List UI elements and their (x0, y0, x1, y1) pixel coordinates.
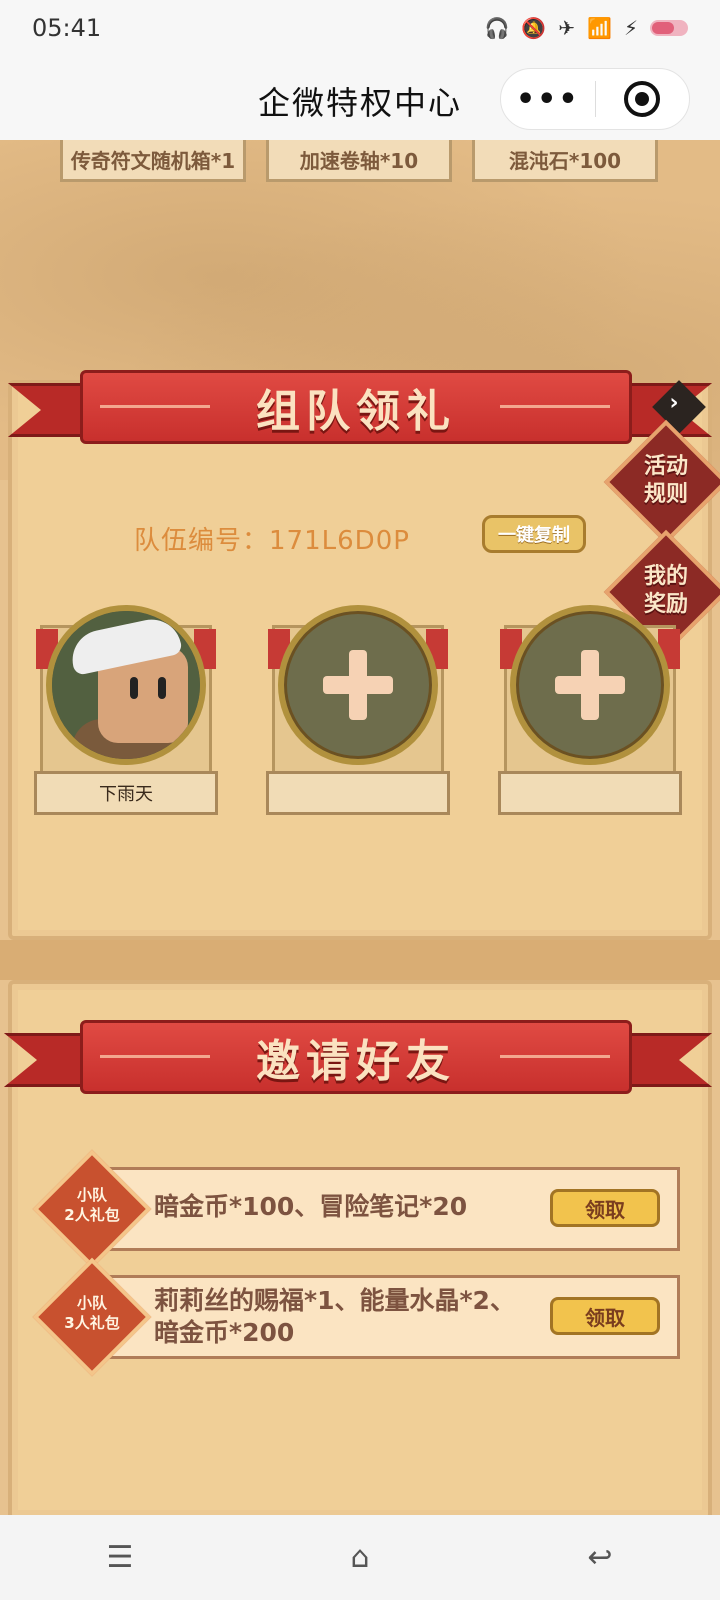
home-icon: ⌂ (350, 1540, 370, 1575)
system-nav-bar: ☰ ⌂ ↩ (0, 1515, 720, 1600)
plus-icon (555, 650, 625, 720)
map-divider (0, 940, 720, 980)
airplane-icon: ✈ (558, 16, 576, 40)
close-button[interactable] (596, 81, 690, 117)
mute-icon: 🔕 (521, 16, 547, 40)
member-slot-empty[interactable] (266, 605, 450, 815)
member-slot: 下雨天 (34, 605, 218, 815)
status-icons: 🎧 🔕 ✈ 📶 ⚡ (484, 16, 688, 40)
claim-button[interactable]: 领取 (550, 1189, 660, 1227)
back-icon: ↩ (587, 1540, 613, 1575)
invite-button[interactable] (510, 605, 670, 765)
ribbon-ornament (100, 1055, 210, 1058)
home-button[interactable]: ⌂ (330, 1538, 390, 1578)
chevron-right-icon: › (669, 390, 679, 416)
status-time: 05:41 (32, 14, 102, 42)
invite-button[interactable] (278, 605, 438, 765)
claim-button[interactable]: 领取 (550, 1297, 660, 1335)
member-name: 下雨天 (34, 771, 218, 815)
gift-reward-text: 莉莉丝的赐福*1、能量水晶*2、 暗金币*200 (154, 1286, 515, 1347)
copy-button[interactable]: 一键复制 (482, 515, 586, 553)
team-id-label: 队伍编号： (134, 526, 270, 556)
gift-reward-text: 暗金币*100、冒险笔记*20 (154, 1192, 468, 1221)
gift-row: 小队 2人礼包 暗金币*100、冒险笔记*20 领取 (32, 1149, 680, 1269)
member-name (498, 771, 682, 815)
battery-icon (650, 20, 688, 36)
member-slot-empty[interactable] (498, 605, 682, 815)
ribbon-ornament (500, 405, 610, 408)
charging-icon: ⚡ (623, 16, 638, 40)
status-bar: 05:41 🎧 🔕 ✈ 📶 ⚡ (0, 0, 720, 56)
main-content: 传奇符文随机箱*1 加速卷轴*10 混沌石*100 组队领礼 › 活动 规则 我… (0, 140, 720, 1515)
rules-button[interactable]: 活动 规则 (630, 453, 702, 509)
target-icon (624, 81, 661, 117)
headphones-icon: 🎧 (484, 16, 510, 40)
member-name (266, 771, 450, 815)
top-reward-1: 传奇符文随机箱*1 (60, 140, 246, 182)
gift-badge: 小队 2人礼包 (64, 1186, 120, 1224)
plus-icon (323, 650, 393, 720)
gift-row: 小队 3人礼包 莉莉丝的赐福*1、能量水晶*2、 暗金币*200 领取 (32, 1257, 680, 1377)
ribbon-ornament (100, 405, 210, 408)
avatar (46, 605, 206, 765)
back-button[interactable]: ↩ (570, 1538, 630, 1578)
miniprogram-capsule: ••• (500, 68, 690, 130)
team-id-value: 171L6D0P (269, 526, 410, 556)
nav-bar: 企微特权中心 ••• (0, 56, 720, 140)
team-id: 队伍编号：171L6D0P (134, 520, 410, 557)
gift-badge: 小队 3人礼包 (64, 1294, 120, 1332)
wifi-icon: 📶 (587, 16, 612, 40)
top-reward-3: 混沌石*100 (472, 140, 658, 182)
more-button[interactable]: ••• (501, 82, 595, 117)
ribbon-ornament (500, 1055, 610, 1058)
menu-icon: ☰ (106, 1540, 134, 1575)
avatar-image (52, 611, 200, 759)
top-reward-2: 加速卷轴*10 (266, 140, 452, 182)
menu-button[interactable]: ☰ (90, 1538, 150, 1578)
